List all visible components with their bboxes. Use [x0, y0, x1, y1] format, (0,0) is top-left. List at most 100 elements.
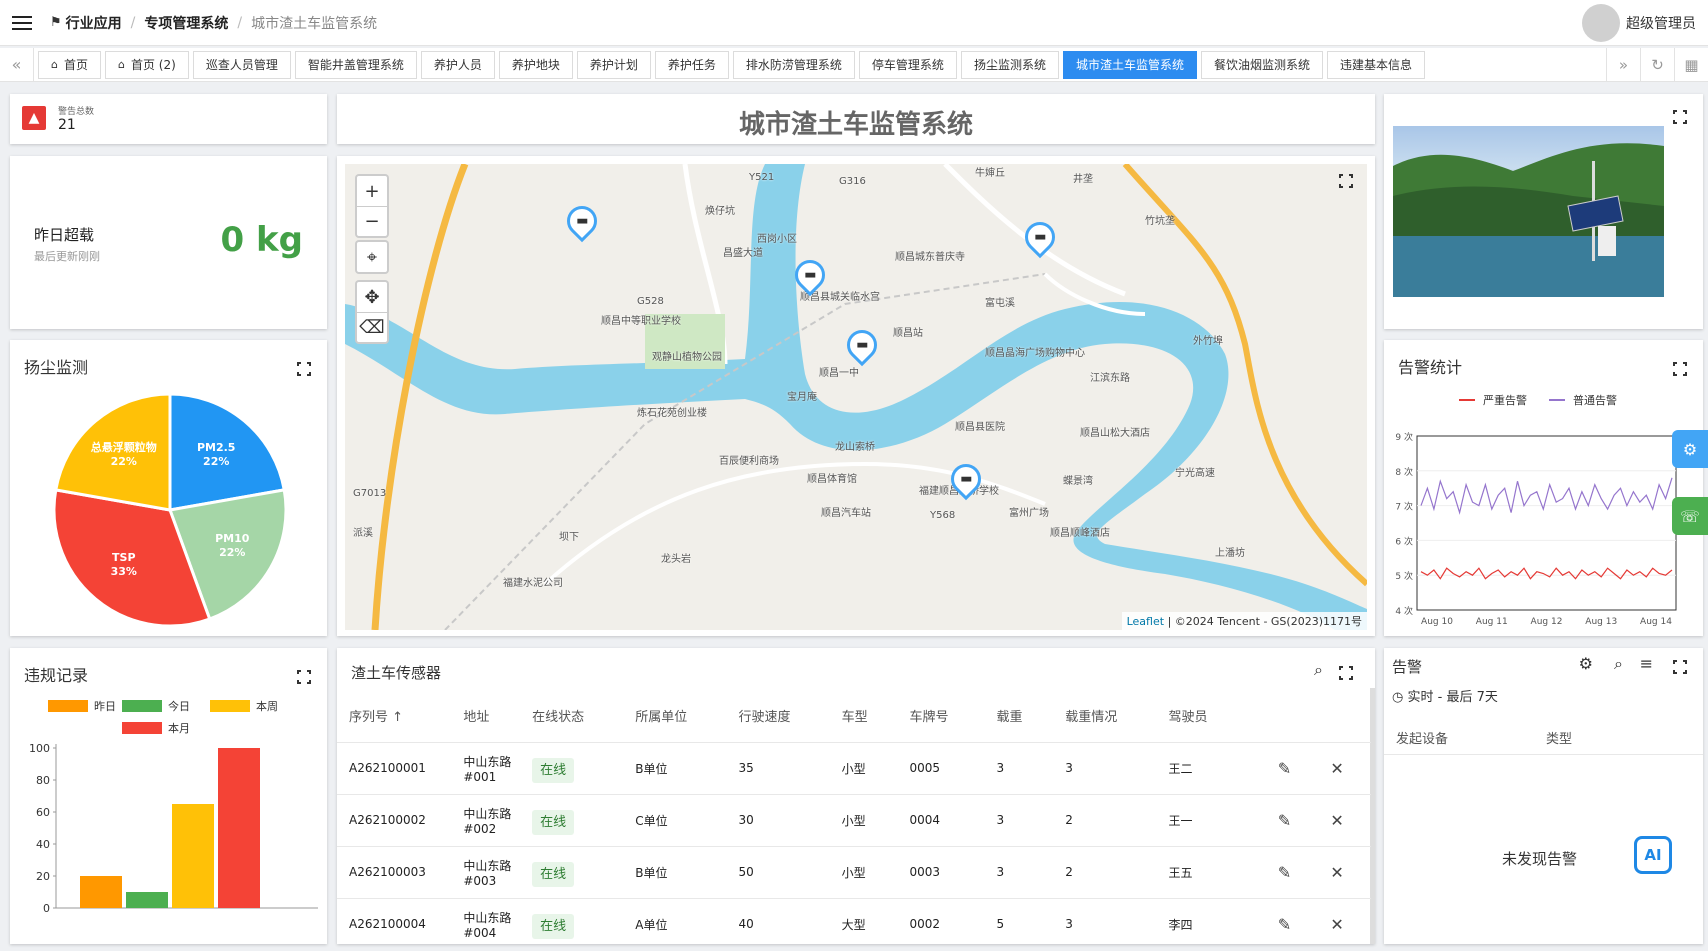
breadcrumb-item[interactable]: 专项管理系统 [144, 13, 228, 33]
cell-type: 小型 [829, 793, 898, 846]
column-header[interactable]: 行驶速度 [726, 690, 829, 742]
table-row[interactable]: A262100001 中山东路 #001 在线 B单位 35 小型 0005 3 3 王二 ✎ ✕ [337, 741, 1371, 794]
table-row[interactable]: A262100004 中山东路 #004 在线 A单位 40 大型 0002 5 3 李四 ✎ ✕ [337, 897, 1371, 950]
tab-label: 首页 (2) [130, 58, 176, 72]
filter-icon[interactable]: ≡ [1640, 654, 1653, 673]
tab-home-2[interactable]: ⌂ 首页 (2) [105, 50, 189, 79]
violation-bar-chart: 昨日 今日 本周本月 100 80 60 40 20 0 [29, 699, 318, 915]
avatar[interactable] [1582, 4, 1620, 42]
legend-label[interactable]: 本周 [256, 699, 278, 713]
legend-label[interactable]: 严重告警 [1483, 393, 1527, 407]
tab-muck-truck[interactable]: 城市渣土车监管系统 [1062, 50, 1197, 79]
bar[interactable] [172, 804, 214, 908]
fullscreen-icon[interactable] [1339, 666, 1353, 680]
map-canvas[interactable] [345, 164, 1367, 630]
leaflet-link[interactable]: Leaflet [1127, 615, 1164, 628]
delete-icon[interactable]: ✕ [1330, 863, 1343, 882]
column-header[interactable]: 车型 [830, 690, 898, 742]
map-fullscreen-icon[interactable] [1339, 174, 1353, 188]
tab-label: 首页 [63, 58, 88, 72]
menu-icon[interactable] [12, 15, 32, 30]
column-header[interactable]: 载重情况 [1053, 690, 1156, 742]
edit-icon[interactable]: ✎ [1278, 915, 1291, 934]
tab-maintenance-plan[interactable]: 养护计划 [576, 50, 651, 79]
settings-float-button[interactable]: ⚙ [1672, 430, 1708, 468]
tab-parking[interactable]: 停车管理系统 [858, 50, 957, 79]
bar[interactable] [126, 892, 168, 908]
tab-dust[interactable]: 扬尘监测系统 [960, 50, 1059, 79]
refresh-icon[interactable]: ↻ [1640, 48, 1674, 82]
chat-float-button[interactable]: ☏ [1672, 497, 1708, 535]
tabs-scroll-right-icon[interactable]: » [1606, 48, 1640, 82]
y-tick-label: 4 次 [1395, 605, 1413, 617]
alerts-column-type[interactable]: 类型 [1546, 728, 1572, 747]
breadcrumb-item[interactable]: 行业应用 [66, 13, 122, 33]
map[interactable]: Y521 G316 牛婶丘 井垄 竹坑垄 焕仔坑 西岗小区 顺昌城东普庆寺 顺昌县城关临水宫 顺昌… [345, 164, 1367, 630]
map-place-label: 竹坑垄 [1145, 216, 1175, 227]
x-tick-label: Aug 12 [1531, 617, 1563, 627]
user-menu[interactable]: 超级管理员 [1582, 4, 1696, 42]
time-filter-label: 实时 - 最后 7天 [1407, 690, 1498, 705]
user-name[interactable]: 超级管理员 [1626, 13, 1696, 33]
column-header-serial[interactable]: 序列号 ↑ [337, 690, 451, 742]
location-pin-icon[interactable]: ⌖ [357, 242, 387, 272]
delete-icon[interactable]: ✕ [1330, 811, 1343, 830]
column-header[interactable]: 载重 [984, 690, 1053, 742]
home-icon: ⌂ [51, 58, 58, 71]
column-header[interactable]: 车牌号 [897, 690, 984, 742]
bar[interactable] [218, 748, 260, 908]
edit-icon[interactable]: ✎ [1278, 759, 1291, 778]
alarm-line-chart: 严重告警 普通告警 9 次 8 次 7 次 6 次 5 次 4 次 Aug 10 Aug 11 Au… [1395, 393, 1677, 627]
tab-illegal-building[interactable]: 违建基本信息 [1326, 50, 1425, 79]
tab-inspectors[interactable]: 巡查人员管理 [192, 50, 291, 79]
settings-icon[interactable]: ⚙ [1579, 654, 1593, 673]
delete-icon[interactable]: ✕ [1330, 759, 1343, 778]
cell-type: 小型 [829, 741, 898, 794]
edit-icon[interactable]: ✎ [1278, 863, 1291, 882]
fullscreen-icon[interactable] [1673, 110, 1687, 124]
x-tick-label: Aug 10 [1421, 617, 1453, 627]
column-header[interactable]: 所属单位 [623, 690, 726, 742]
y-tick-label: 9 次 [1395, 431, 1413, 443]
search-icon[interactable]: ⌕ [1614, 654, 1623, 674]
delete-icon[interactable]: ✕ [1330, 915, 1343, 934]
column-header[interactable]: 在线状态 [520, 690, 623, 742]
zoom-out-button[interactable]: − [357, 206, 387, 236]
cell-speed: 35 [726, 741, 830, 794]
ai-assistant-icon[interactable]: AI [1634, 836, 1672, 874]
fullscreen-icon[interactable] [1673, 660, 1687, 674]
tab-maintenance-tasks[interactable]: 养护任务 [654, 50, 729, 79]
search-icon[interactable]: ⌕ [1314, 660, 1323, 680]
tab-maintenance-staff[interactable]: 养护人员 [420, 50, 495, 79]
alerts-column-device[interactable]: 发起设备 [1396, 728, 1448, 747]
cell-address-street: 中山东路 [463, 858, 512, 873]
tab-drainage[interactable]: 排水防涝管理系统 [732, 50, 855, 79]
bar[interactable] [80, 876, 122, 908]
tab-manhole[interactable]: 智能井盖管理系统 [294, 50, 417, 79]
tab-fume[interactable]: 餐饮油烟监测系统 [1200, 50, 1323, 79]
map-place-label: 龙山索桥 [835, 442, 875, 453]
legend-label[interactable]: 普通告警 [1573, 393, 1617, 407]
map-place-label: 顺昌山松大酒店 [1080, 428, 1150, 439]
cell-unit: C单位 [623, 793, 727, 846]
table-row[interactable]: A262100002 中山东路 #002 在线 C单位 30 小型 0004 3 2 王一 ✎ ✕ [337, 793, 1371, 846]
eraser-icon[interactable]: ⌫ [357, 312, 387, 342]
zoom-in-button[interactable]: + [357, 176, 387, 206]
grid-menu-icon[interactable]: ▦ [1674, 48, 1708, 82]
sort-asc-icon[interactable]: ↑ [392, 710, 403, 725]
tabs-scroll-left-icon[interactable]: « [0, 47, 34, 82]
tab-maintenance-plots[interactable]: 养护地块 [498, 50, 573, 79]
table-row[interactable]: A262100003 中山东路 #003 在线 B单位 50 小型 0003 3 2 王五 ✎ ✕ [337, 845, 1371, 898]
map-place-label: 富屯溪 [985, 298, 1015, 309]
time-filter[interactable]: ◷ 实时 - 最后 7天 [1392, 686, 1498, 705]
legend-label[interactable]: 昨日 [94, 700, 116, 713]
edit-icon[interactable]: ✎ [1278, 811, 1291, 830]
tab-home[interactable]: ⌂ 首页 [38, 50, 101, 79]
move-icon[interactable]: ✥ [357, 282, 387, 312]
map-place-label: 福建水泥公司 [503, 578, 563, 589]
legend-label[interactable]: 今日 [168, 699, 190, 713]
column-header[interactable]: 地址 [451, 690, 520, 742]
clock-icon: ◷ [1392, 690, 1404, 705]
column-header[interactable]: 驾驶员 [1156, 690, 1265, 742]
legend-label[interactable]: 本月 [168, 721, 190, 735]
